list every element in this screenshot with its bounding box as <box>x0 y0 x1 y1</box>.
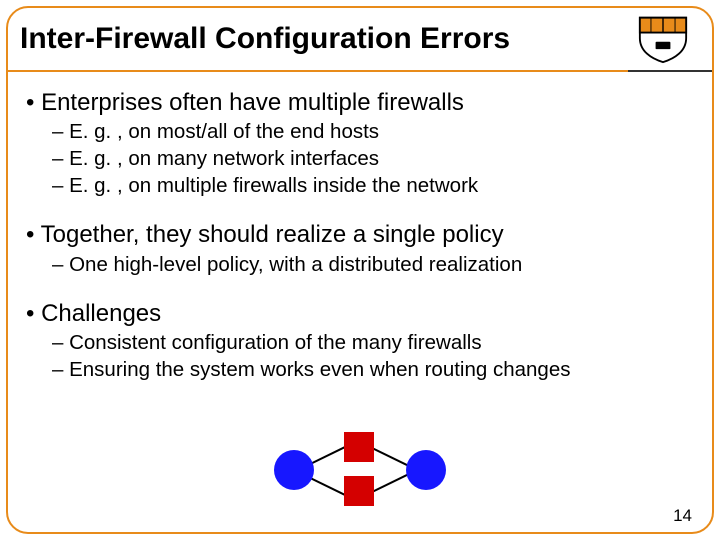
page-number: 14 <box>673 506 692 526</box>
slide-title: Inter-Firewall Configuration Errors <box>20 22 630 56</box>
bullet-3-sub-2: – Ensuring the system works even when ro… <box>52 357 698 382</box>
bullet-2-sub-1: – One high-level policy, with a distribu… <box>52 252 698 277</box>
bullet-3: • Challenges <box>26 299 698 328</box>
title-separator <box>8 70 712 72</box>
node-circle-icon <box>406 450 446 490</box>
bullet-1-sub-3: – E. g. , on multiple firewalls inside t… <box>52 173 698 198</box>
princeton-shield-icon <box>630 14 696 64</box>
firewall-square-icon <box>344 476 374 506</box>
network-diagram <box>0 432 720 506</box>
slide: Inter-Firewall Configuration Errors • En… <box>0 0 720 540</box>
bullet-3-sub-1: – Consistent configuration of the many f… <box>52 330 698 355</box>
bullet-1-sub-1: – E. g. , on most/all of the end hosts <box>52 119 698 144</box>
node-circle-icon <box>274 450 314 490</box>
bullet-2: • Together, they should realize a single… <box>26 220 698 249</box>
bullet-1: • Enterprises often have multiple firewa… <box>26 88 698 117</box>
body-text: • Enterprises often have multiple firewa… <box>26 82 698 382</box>
title-row: Inter-Firewall Configuration Errors <box>14 14 706 70</box>
firewall-square-icon <box>344 432 374 462</box>
logo-separator <box>628 70 712 72</box>
bullet-1-sub-2: – E. g. , on many network interfaces <box>52 146 698 171</box>
